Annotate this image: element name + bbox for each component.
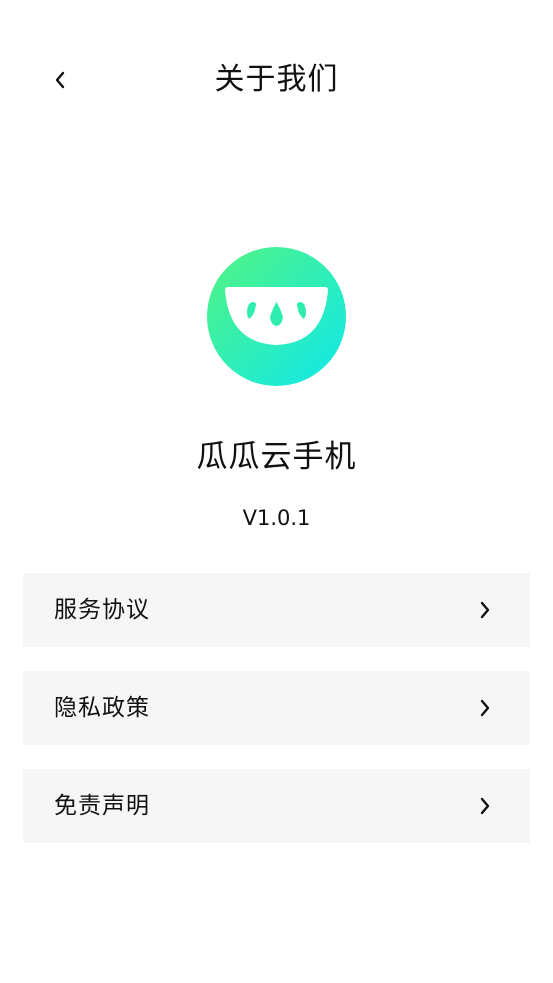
menu-item-privacy-policy[interactable]: 隐私政策 xyxy=(23,671,530,745)
watermelon-logo-icon xyxy=(207,247,346,386)
chevron-right-icon xyxy=(480,601,490,619)
app-name: 瓜瓜云手机 xyxy=(196,439,357,475)
app-version: V1.0.1 xyxy=(242,506,311,530)
menu-item-label: 服务协议 xyxy=(54,597,150,623)
menu-item-disclaimer[interactable]: 免责声明 xyxy=(23,769,530,843)
header: 关于我们 xyxy=(0,45,553,115)
menu-list: 服务协议 隐私政策 免责声明 xyxy=(23,573,530,867)
chevron-right-icon xyxy=(480,699,490,717)
page-title: 关于我们 xyxy=(214,62,339,97)
menu-item-service-agreement[interactable]: 服务协议 xyxy=(23,573,530,647)
chevron-right-icon xyxy=(480,797,490,815)
menu-item-label: 隐私政策 xyxy=(54,695,150,721)
menu-item-label: 免责声明 xyxy=(54,793,150,819)
